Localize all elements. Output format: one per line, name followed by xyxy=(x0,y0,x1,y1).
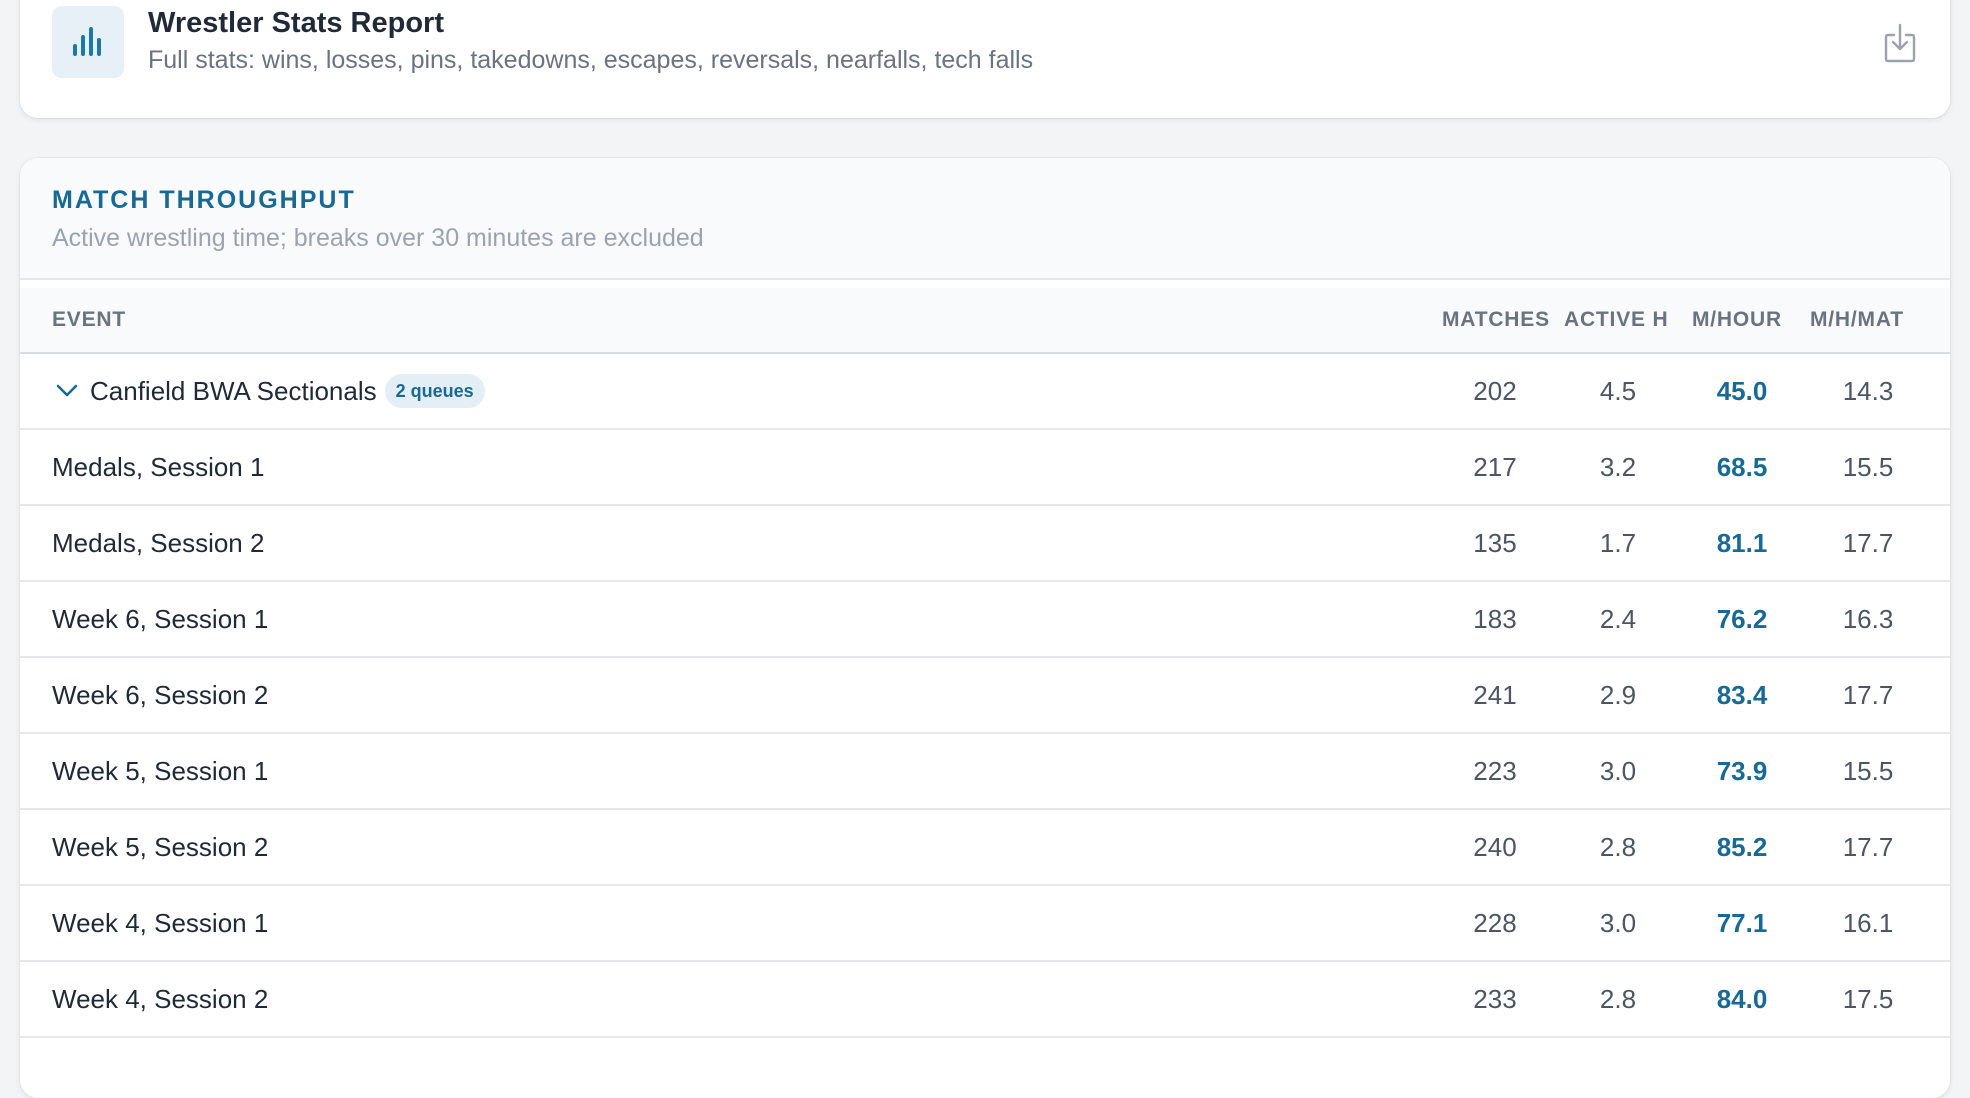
chevron-down-icon[interactable] xyxy=(52,376,82,406)
table-row: Week 6, Session 1 183 2.4 76.2 16.3 xyxy=(20,582,1950,658)
event-cell: Week 5, Session 1 xyxy=(52,734,268,808)
m-h-mat-cell: 17.7 xyxy=(1842,680,1894,710)
event-cell: Canfield BWA Sectionals 2 queues xyxy=(52,354,485,428)
report-title: Wrestler Stats Report xyxy=(148,7,444,39)
m-hour-cell: 68.5 xyxy=(1716,452,1768,482)
m-h-mat-cell: 17.7 xyxy=(1842,832,1894,862)
event-name: Week 6, Session 1 xyxy=(52,604,269,634)
m-h-mat-cell: 15.5 xyxy=(1842,756,1894,786)
matches-cell: 202 xyxy=(1473,376,1517,406)
table-row: Week 6, Session 2 241 2.9 83.4 17.7 xyxy=(20,658,1950,734)
column-header-m-hour[interactable]: M/HOUR xyxy=(1692,308,1782,332)
m-hour-cell: 45.0 xyxy=(1716,376,1768,406)
matches-cell: 228 xyxy=(1473,908,1517,938)
report-card: Wrestler Stats Report Full stats: wins, … xyxy=(20,0,1950,118)
column-header-matches[interactable]: MATCHES xyxy=(1442,308,1550,332)
event-name: Medals, Session 1 xyxy=(52,452,265,482)
active-h-cell: 2.8 xyxy=(1599,832,1637,862)
table-header-row: EVENT MATCHES ACTIVE H M/HOUR M/H/MAT xyxy=(20,288,1950,354)
event-cell: Week 6, Session 1 xyxy=(52,582,268,656)
matches-cell: 183 xyxy=(1473,604,1517,634)
table-row: Week 5, Session 2 240 2.8 85.2 17.7 xyxy=(20,810,1950,886)
report-subtitle: Full stats: wins, losses, pins, takedown… xyxy=(148,46,1034,74)
event-name: Week 6, Session 2 xyxy=(52,680,269,710)
event-name: Canfield BWA Sectionals xyxy=(90,376,377,406)
table-row: Week 5, Session 1 223 3.0 73.9 15.5 xyxy=(20,734,1950,810)
m-hour-cell: 77.1 xyxy=(1716,908,1768,938)
download-icon xyxy=(1884,23,1916,63)
matches-cell: 135 xyxy=(1473,528,1517,558)
download-button[interactable] xyxy=(1878,18,1922,68)
event-cell: Medals, Session 2 xyxy=(52,506,264,580)
m-hour-cell: 84.0 xyxy=(1716,984,1768,1014)
matches-cell: 217 xyxy=(1473,452,1517,482)
matches-cell: 240 xyxy=(1473,832,1517,862)
event-name: Week 4, Session 1 xyxy=(52,908,269,938)
event-name: Medals, Session 2 xyxy=(52,528,265,558)
m-hour-cell: 73.9 xyxy=(1716,756,1768,786)
section-subtitle: Active wrestling time; breaks over 30 mi… xyxy=(52,224,704,252)
m-h-mat-cell: 14.3 xyxy=(1842,376,1894,406)
event-cell: Week 5, Session 2 xyxy=(52,810,268,884)
active-h-cell: 3.0 xyxy=(1599,756,1637,786)
m-h-mat-cell: 17.7 xyxy=(1842,528,1894,558)
event-name: Week 5, Session 2 xyxy=(52,832,269,862)
event-cell: Week 6, Session 2 xyxy=(52,658,268,732)
event-cell: Week 4, Session 2 xyxy=(52,962,268,1036)
m-hour-cell: 85.2 xyxy=(1716,832,1768,862)
column-header-m-h-mat[interactable]: M/H/MAT xyxy=(1810,308,1904,332)
m-h-mat-cell: 16.3 xyxy=(1842,604,1894,634)
table-row: Week 4, Session 2 233 2.8 84.0 17.5 xyxy=(20,962,1950,1038)
active-h-cell: 3.2 xyxy=(1599,452,1637,482)
m-hour-cell: 83.4 xyxy=(1716,680,1768,710)
m-h-mat-cell: 16.1 xyxy=(1842,908,1894,938)
active-h-cell: 2.9 xyxy=(1599,680,1637,710)
m-hour-cell: 81.1 xyxy=(1716,528,1768,558)
table-body: Canfield BWA Sectionals 2 queues 202 4.5 45.… xyxy=(20,354,1950,1038)
m-h-mat-cell: 17.5 xyxy=(1842,984,1894,1014)
event-cell: Medals, Session 1 xyxy=(52,430,264,504)
m-hour-cell: 76.2 xyxy=(1716,604,1768,634)
event-cell: Week 4, Session 1 xyxy=(52,886,268,960)
matches-cell: 241 xyxy=(1473,680,1517,710)
active-h-cell: 2.8 xyxy=(1599,984,1637,1014)
section-title: MATCH THROUGHPUT xyxy=(52,186,356,214)
column-header-event[interactable]: EVENT xyxy=(52,308,126,332)
matches-cell: 223 xyxy=(1473,756,1517,786)
matches-cell: 233 xyxy=(1473,984,1517,1014)
active-h-cell: 2.4 xyxy=(1599,604,1637,634)
table-row: Medals, Session 1 217 3.2 68.5 15.5 xyxy=(20,430,1950,506)
active-h-cell: 3.0 xyxy=(1599,908,1637,938)
active-h-cell: 4.5 xyxy=(1599,376,1637,406)
column-header-active-h[interactable]: ACTIVE H xyxy=(1564,308,1668,332)
throughput-card: MATCH THROUGHPUT Active wrestling time; … xyxy=(20,158,1950,1098)
queue-count-badge: 2 queues xyxy=(384,374,485,408)
table-row: Medals, Session 2 135 1.7 81.1 17.7 xyxy=(20,506,1950,582)
event-name: Week 5, Session 1 xyxy=(52,756,269,786)
table-row: Week 4, Session 1 228 3.0 77.1 16.1 xyxy=(20,886,1950,962)
table-row[interactable]: Canfield BWA Sectionals 2 queues 202 4.5 45.… xyxy=(20,354,1950,430)
throughput-header: MATCH THROUGHPUT Active wrestling time; … xyxy=(20,158,1950,280)
bar-chart-icon xyxy=(52,6,124,78)
m-h-mat-cell: 15.5 xyxy=(1842,452,1894,482)
active-h-cell: 1.7 xyxy=(1599,528,1637,558)
event-name: Week 4, Session 2 xyxy=(52,984,269,1014)
